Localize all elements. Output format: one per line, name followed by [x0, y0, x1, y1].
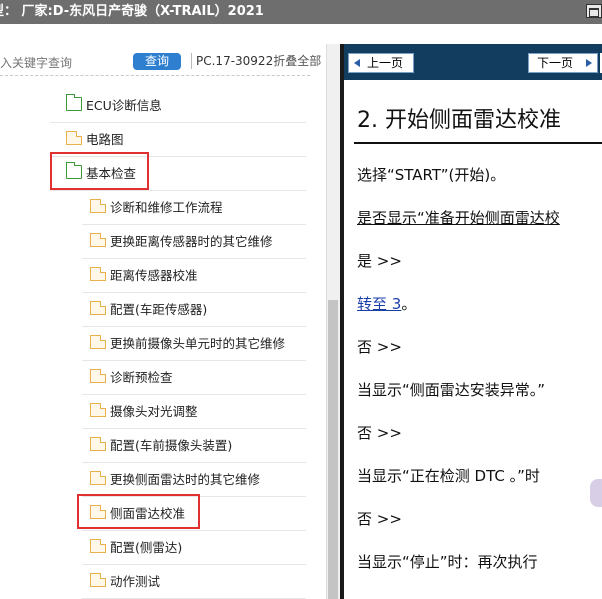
- folder-icon: [66, 94, 82, 111]
- document-icon: [90, 573, 106, 587]
- toolbar-gap: [0, 24, 602, 44]
- tree-item-label: 更换侧面雷达时的其它维修: [110, 471, 261, 487]
- tree-item-label: 距离传感器校准: [110, 267, 198, 283]
- search-input[interactable]: [0, 53, 113, 73]
- tree-item[interactable]: 配置(侧雷达): [90, 529, 182, 563]
- heading-rule: [354, 142, 602, 144]
- tree-item[interactable]: 更换侧面雷达时的其它维修: [90, 461, 260, 495]
- tree-item[interactable]: 配置(车距传感器): [90, 291, 207, 325]
- answer-no: 否 >>: [357, 424, 402, 442]
- highlight-box: [50, 152, 149, 190]
- tree-item-ecu-diagnosis[interactable]: ECU诊断信息: [66, 87, 162, 121]
- fold-all-link[interactable]: 折叠全部: [273, 54, 321, 68]
- section-heading: 2. 开始侧面雷达校准: [357, 108, 561, 133]
- goto-line: 转至 3。: [357, 293, 416, 314]
- window-title: 车型： 厂家:D-东风日产奇骏（X-TRAIL）2021: [0, 4, 264, 19]
- window-title-bar: 车型： 厂家:D-东风日产奇骏（X-TRAIL）2021: [0, 0, 602, 24]
- tree-item[interactable]: 诊断预检查: [90, 359, 173, 393]
- instruction-line: 当显示“侧面雷达安装异常。”: [357, 381, 546, 399]
- tree-item-label: 诊断和维修工作流程: [110, 199, 223, 215]
- answer-no: 否 >>: [357, 510, 402, 528]
- tree-item-label: 摄像头对光调整: [110, 403, 198, 419]
- document-icon: [90, 437, 106, 451]
- tree-item-label: 配置(侧雷达): [110, 539, 183, 555]
- separator: [191, 53, 192, 69]
- document-icon: [90, 233, 106, 247]
- answer-no: 否 >>: [357, 338, 402, 356]
- instruction-line: 当显示“停止”时：再次执行: [357, 553, 538, 571]
- instruction-line: 当显示“正在检测 DTC 。”时: [357, 467, 540, 485]
- query-button[interactable]: 查询: [133, 53, 181, 70]
- tree-item-wiring-diagram[interactable]: 电路图: [66, 121, 124, 155]
- tree-item[interactable]: 动作测试: [90, 563, 160, 597]
- tree-item[interactable]: 摄像头对光调整: [90, 393, 198, 427]
- document-icon: [90, 199, 106, 213]
- page-nav-bar: 上一页 下一页: [344, 44, 602, 80]
- next-page-button[interactable]: 下一页: [528, 53, 598, 73]
- prev-page-button[interactable]: 上一页: [348, 53, 414, 73]
- tree-item[interactable]: 更换前摄像头单元时的其它维修: [90, 325, 285, 359]
- document-panel: 上一页 下一页 2. 开始侧面雷达校准 选择“START”(开始)。 是否显示“…: [344, 44, 602, 599]
- search-bar: 查询 PC.17-30922折叠全部: [0, 44, 340, 76]
- document-icon: [90, 267, 106, 281]
- document-icon: [90, 301, 106, 315]
- window-restore-icon[interactable]: [586, 4, 602, 18]
- document-icon: [90, 539, 106, 553]
- document-icon: [90, 471, 106, 485]
- document-icon: [90, 335, 106, 349]
- highlight-box: [77, 494, 200, 529]
- question-line: 是否显示“准备开始侧面雷达校: [357, 209, 560, 227]
- next-page-label: 下一页: [537, 56, 574, 70]
- prev-page-label: 上一页: [367, 56, 404, 70]
- goto-step-link[interactable]: 转至 3: [357, 295, 401, 313]
- tree-item-label: 更换距离传感器时的其它维修: [110, 233, 273, 249]
- tree-item-label: 配置(车距传感器): [110, 301, 208, 317]
- arrow-right-icon: [586, 59, 592, 67]
- instruction-line: 选择“START”(开始)。: [357, 166, 506, 184]
- answer-yes: 是 >>: [357, 252, 402, 270]
- tree-item-label: 配置(车前摄像头装置): [110, 437, 233, 453]
- tree-item-label: 诊断预检查: [110, 369, 173, 385]
- tree-item[interactable]: 更换距离传感器时的其它维修: [90, 223, 273, 257]
- tree-item[interactable]: 配置(车前摄像头装置): [90, 427, 232, 461]
- document-icon: [66, 131, 82, 145]
- tree-item-label: 更换前摄像头单元时的其它维修: [110, 335, 286, 351]
- floating-widget[interactable]: [590, 479, 602, 507]
- tree-item[interactable]: 诊断和维修工作流程: [90, 189, 223, 223]
- doc-code: PC.17-30922折叠全部: [196, 52, 321, 69]
- tree-item[interactable]: 距离传感器校准: [90, 257, 198, 291]
- arrow-left-icon: [354, 59, 360, 67]
- document-icon: [90, 369, 106, 383]
- document-icon: [90, 403, 106, 417]
- tree-scrollbar-thumb[interactable]: [328, 300, 338, 599]
- tree-item-label: ECU诊断信息: [86, 97, 162, 113]
- goto-suffix: 。: [401, 295, 417, 313]
- tree-item-label: 动作测试: [110, 573, 161, 589]
- doc-code-text: PC.17-30922: [196, 54, 274, 68]
- tree-item-label: 电路图: [86, 131, 124, 147]
- divider-line: [0, 75, 310, 76]
